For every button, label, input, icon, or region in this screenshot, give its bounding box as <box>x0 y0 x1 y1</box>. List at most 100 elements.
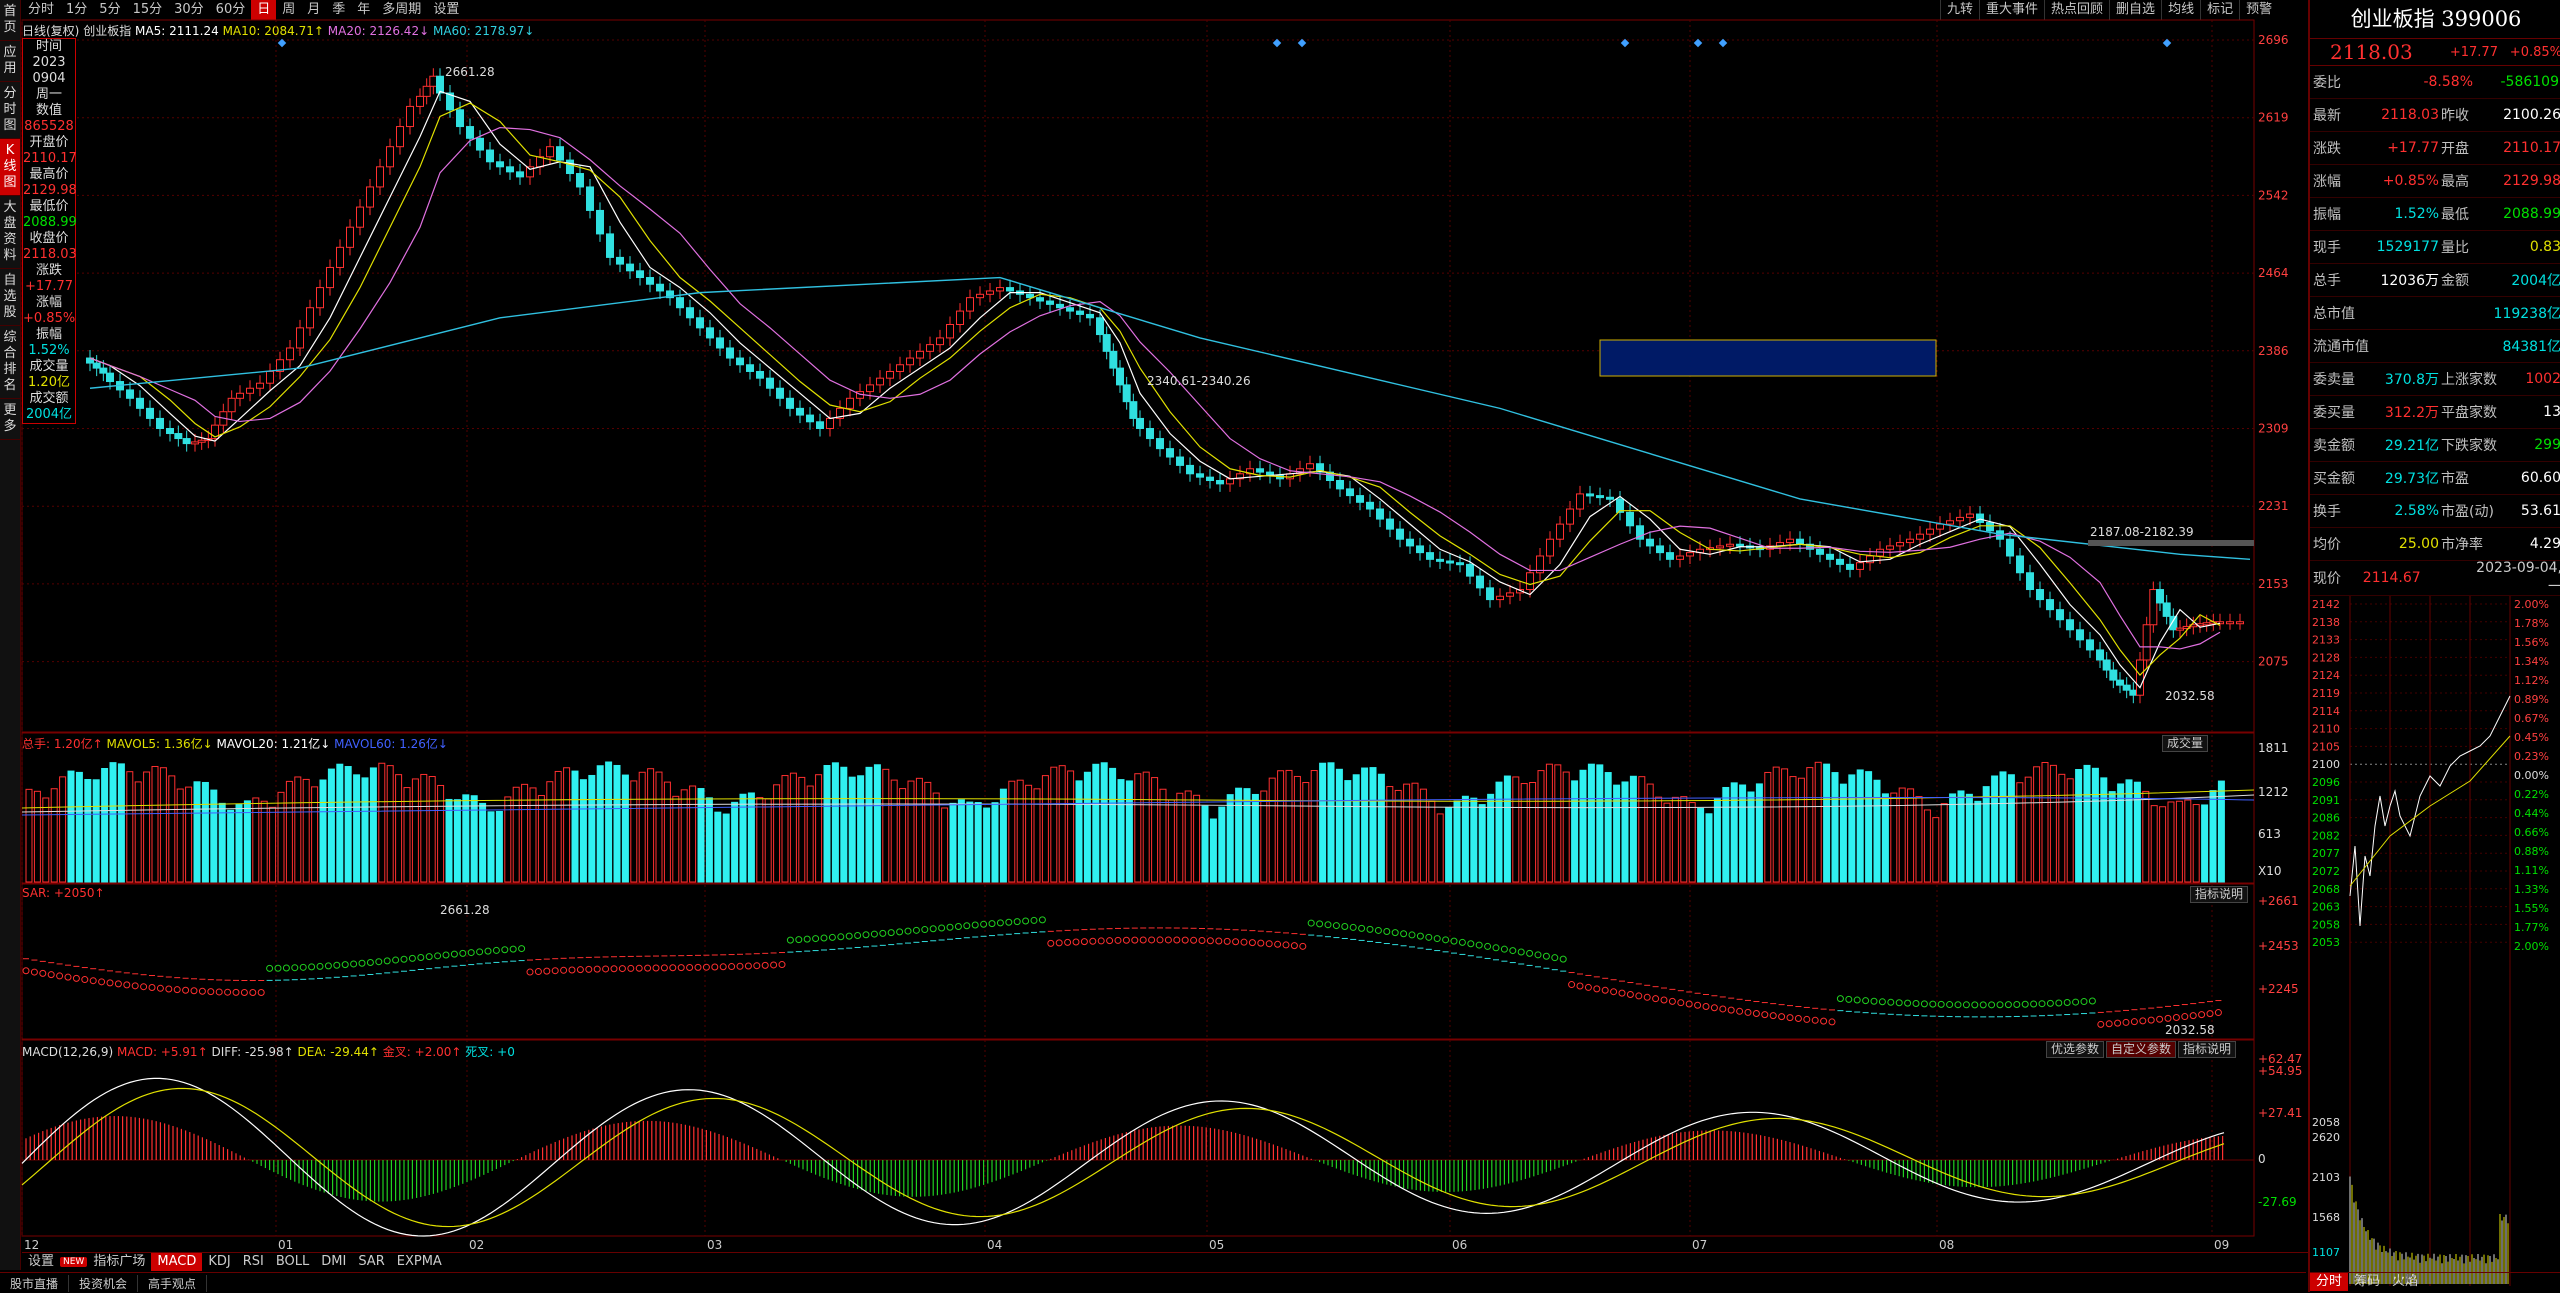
stat-row: 均价 25.00 市净率 4.29 <box>2310 528 2560 561</box>
volume-indicator-button[interactable]: 成交量 <box>2162 735 2209 752</box>
stat-value: 53.61 <box>2520 503 2560 519</box>
sar-dot <box>1458 938 1466 946</box>
event-marker[interactable] <box>277 38 287 48</box>
sar-help-button[interactable]: 指标说明 <box>2190 886 2249 903</box>
open-value: 2110.17 <box>23 151 77 166</box>
sar-dot <box>921 926 929 934</box>
candle-body <box>1456 562 1464 566</box>
status-link[interactable]: 投资机会 <box>69 1274 139 1292</box>
candle-body <box>356 206 364 228</box>
candle-body <box>1306 463 1314 470</box>
candle-body <box>466 126 474 139</box>
macd-help-button[interactable]: 指标说明 <box>2178 1041 2237 1058</box>
candle-body <box>996 287 1004 292</box>
intraday-price-label: 2096 <box>2312 776 2340 789</box>
sar-dot <box>1643 993 1651 1001</box>
intraday-tab[interactable]: 筹码 <box>2348 1273 2386 1291</box>
candle-body <box>1416 545 1424 554</box>
volume-bar <box>1932 817 1940 883</box>
event-marker[interactable] <box>1693 38 1703 48</box>
sar-dot <box>1660 996 1668 1004</box>
sar-dot <box>190 987 198 995</box>
sar-dot <box>963 922 971 930</box>
volume-bar <box>395 774 403 883</box>
event-marker[interactable] <box>1272 38 1282 48</box>
stat-value: 0.83 <box>2529 239 2560 255</box>
date-axis-label: 06 <box>1452 1238 1467 1252</box>
sar-dot <box>2206 1010 2214 1018</box>
candle-body <box>2109 669 2118 681</box>
indicator-tab[interactable]: SAR <box>352 1253 390 1271</box>
indicator-tab[interactable]: KDJ <box>202 1253 236 1271</box>
sar-dot <box>308 963 316 971</box>
candle-body <box>916 350 924 359</box>
indicator-tab[interactable]: EXPMA <box>391 1253 448 1271</box>
indicator-tab[interactable]: RSI <box>237 1253 270 1271</box>
mid-annotation: 2340.61-2340.26 <box>1147 374 1251 388</box>
candle-body <box>1466 563 1474 577</box>
sar-dot <box>1383 928 1391 936</box>
indicator-tab[interactable]: BOLL <box>270 1253 315 1271</box>
intraday-price-label: 2100 <box>2312 758 2340 771</box>
optimal-params-button[interactable]: 优选参数 <box>2046 1041 2105 1058</box>
intraday-tab[interactable]: 分时 <box>2310 1273 2349 1291</box>
intraday-pct-label: 1.77% <box>2514 921 2549 934</box>
indicator-tab[interactable]: 设置 <box>22 1253 60 1271</box>
sar-dot <box>1887 998 1895 1006</box>
stat-label: 委卖量 <box>2313 372 2355 388</box>
sar-dot <box>1366 925 1374 933</box>
price-change: +17.77 <box>2449 44 2498 60</box>
change-pct-label: 涨幅 <box>35 295 62 310</box>
volume-label: 成交量 <box>29 359 69 374</box>
status-link[interactable]: 高手观点 <box>138 1274 208 1292</box>
candle-body <box>1129 401 1138 419</box>
candle-body <box>166 428 174 435</box>
intraday-volume-label: 1107 <box>2312 1246 2340 1259</box>
sar-dot <box>828 933 836 941</box>
candle-body <box>136 397 144 409</box>
candle-body <box>366 186 374 208</box>
stat-value: 299 <box>2534 437 2560 453</box>
intraday-pct-label: 1.11% <box>2514 864 2549 877</box>
intraday-price-label: 2068 <box>2312 883 2340 896</box>
mavol5: MAVOL5: 1.36亿↓ <box>106 737 213 751</box>
volume-axis-label: 1212 <box>2258 785 2289 799</box>
custom-params-button[interactable]: 自定义参数 <box>2106 1041 2177 1058</box>
indicator-tab[interactable]: DMI <box>315 1253 352 1271</box>
volume-bar <box>1705 813 1713 883</box>
price-axis-label: 2386 <box>2258 344 2289 358</box>
status-link[interactable]: 股市直播 <box>0 1274 70 1292</box>
candle-body <box>191 441 199 445</box>
selection-box[interactable] <box>1599 339 1937 377</box>
stat-label: 涨跌 <box>2313 141 2341 157</box>
volume-bar <box>1209 818 1217 883</box>
event-marker[interactable] <box>1297 38 1307 48</box>
event-marker[interactable] <box>1718 38 1728 48</box>
sar-dot <box>1794 1015 1802 1023</box>
intraday-chart[interactable]: 2142 2138 2133 2128 2124 2119 2114 2110 2105 2100… <box>2310 596 2560 1286</box>
sar-dot <box>1962 1001 1970 1009</box>
volume-bar <box>1058 765 1066 883</box>
volume-bar <box>1201 805 1209 883</box>
candle-body <box>1196 473 1204 478</box>
market-row: 总市值 119238亿 <box>2310 297 2560 330</box>
candle-body <box>1366 501 1374 510</box>
indicator-tab[interactable]: MACD <box>151 1253 203 1271</box>
volume-bar <box>1848 774 1856 883</box>
indicator-tab[interactable]: 指标广场 <box>87 1253 151 1271</box>
volume-bar <box>747 792 755 883</box>
sar-dot <box>1198 936 1206 944</box>
count-label: 数值 <box>35 103 62 118</box>
candle-body <box>1576 493 1584 510</box>
intraday-tab[interactable]: 火焰 <box>2386 1273 2424 1291</box>
volume-bar <box>185 786 193 883</box>
volume-bar <box>1016 779 1024 883</box>
candle-body <box>346 226 354 248</box>
event-marker[interactable] <box>2162 38 2172 48</box>
stat-label: 委买量 <box>2313 405 2355 421</box>
stat-value: 13 <box>2543 404 2560 420</box>
kline-chart[interactable]: 26962619254224642386230922312153207512 01… <box>0 0 2306 1252</box>
candle-body <box>396 126 404 148</box>
candle-body <box>1936 523 1944 530</box>
sar-dot <box>896 928 904 936</box>
